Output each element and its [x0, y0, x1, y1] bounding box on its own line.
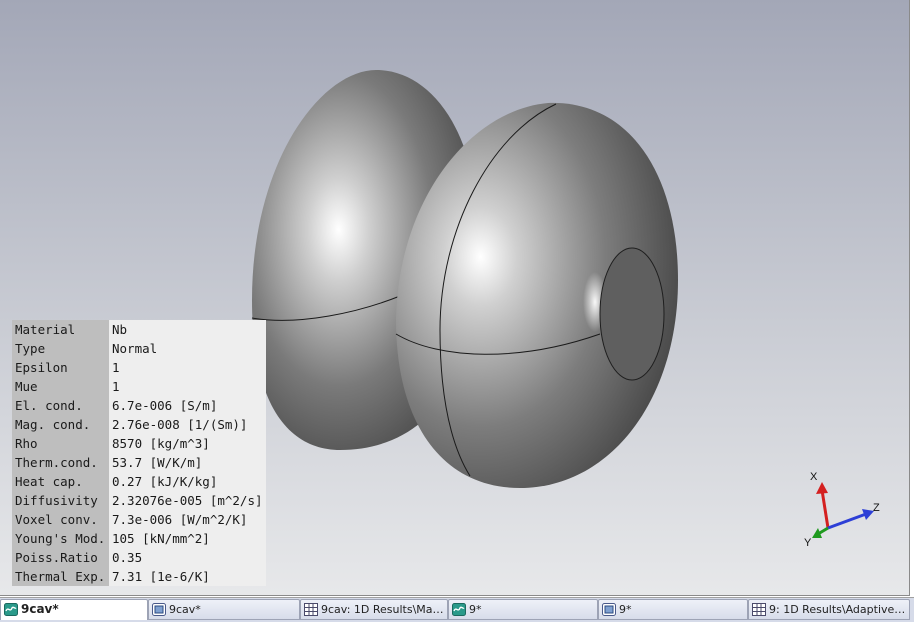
1d-view-icon — [602, 603, 616, 616]
property-name: Mag. cond. — [12, 415, 109, 434]
material-property-row: Voxel conv. 7.3e-006 [W/m^2/K] — [12, 510, 266, 529]
x-axis-arrowhead — [816, 482, 828, 494]
property-value: 6.7e-006 [S/m] — [109, 396, 266, 415]
material-properties-table: Material Nb Type Normal Epsilon 1 Mue 1 El. cond… — [12, 320, 266, 586]
material-property-row: Thermal Exp. 7.31 [1e-6/K] — [12, 567, 266, 586]
property-name: Heat cap. — [12, 472, 109, 491]
property-value: 1 — [109, 358, 266, 377]
1d-view-icon — [152, 603, 166, 616]
property-value: 2.76e-008 [1/(Sm)] — [109, 415, 266, 434]
property-name: Therm.cond. — [12, 453, 109, 472]
z-axis-label: Z — [873, 502, 880, 514]
material-property-row: Young's Mod. 105 [kN/mm^2] — [12, 529, 266, 548]
property-name: El. cond. — [12, 396, 109, 415]
3d-model-icon — [452, 603, 466, 616]
material-property-row: Rho 8570 [kg/m^3] — [12, 434, 266, 453]
tab-label: 9cav* — [21, 602, 59, 616]
tab-label: 9: 1D Results\Adaptive ... — [769, 603, 907, 616]
material-property-row: Epsilon 1 — [12, 358, 266, 377]
tab-label: 9* — [619, 603, 632, 616]
property-value: 8570 [kg/m^3] — [109, 434, 266, 453]
document-tab[interactable]: 9cav* — [0, 599, 148, 620]
material-property-row: Therm.cond. 53.7 [W/K/m] — [12, 453, 266, 472]
x-axis-arrow — [820, 489, 830, 529]
property-value: 7.31 [1e-6/K] — [109, 567, 266, 586]
property-name: Rho — [12, 434, 109, 453]
3d-viewport[interactable]: Material Nb Type Normal Epsilon 1 Mue 1 El. cond… — [0, 0, 910, 596]
property-name: Material — [12, 320, 109, 339]
material-property-row: Diffusivity 2.32076e-005 [m^2/s] — [12, 491, 266, 510]
material-property-row: Mag. cond. 2.76e-008 [1/(Sm)] — [12, 415, 266, 434]
property-value: 2.32076e-005 [m^2/s] — [109, 491, 266, 510]
property-name: Mue — [12, 377, 109, 396]
document-tab[interactable]: 9cav: 1D Results\Materi... — [300, 599, 448, 620]
document-tab[interactable]: 9cav* — [148, 599, 300, 620]
axes-orientation-widget: X Z Y — [804, 471, 880, 548]
property-value: 1 — [109, 377, 266, 396]
property-name: Poiss.Ratio — [12, 548, 109, 567]
beam-pipe-opening — [599, 247, 665, 381]
property-value: 0.27 [kJ/K/kg] — [109, 472, 266, 491]
tab-label: 9* — [469, 603, 482, 616]
material-property-row: El. cond. 6.7e-006 [S/m] — [12, 396, 266, 415]
property-value: Nb — [109, 320, 266, 339]
material-property-row: Poiss.Ratio 0.35 — [12, 548, 266, 567]
document-tab[interactable]: 9: 1D Results\Adaptive ... — [748, 599, 910, 620]
material-property-row: Type Normal — [12, 339, 266, 358]
property-name: Thermal Exp. — [12, 567, 109, 586]
document-tab-bar: 9cav* 9cav* 9cav: 1D Results\Materi... 9* 9*… — [0, 597, 914, 622]
property-name: Epsilon — [12, 358, 109, 377]
property-value: Normal — [109, 339, 266, 358]
material-property-row: Heat cap. 0.27 [kJ/K/kg] — [12, 472, 266, 491]
property-value: 53.7 [W/K/m] — [109, 453, 266, 472]
tab-label: 9cav* — [169, 603, 201, 616]
property-value: 7.3e-006 [W/m^2/K] — [109, 510, 266, 529]
property-name: Diffusivity — [12, 491, 109, 510]
property-name: Type — [12, 339, 109, 358]
x-axis-label: X — [810, 471, 818, 483]
table-icon — [752, 603, 766, 616]
3d-model-icon — [4, 603, 18, 616]
property-name: Young's Mod. — [12, 529, 109, 548]
material-property-row: Mue 1 — [12, 377, 266, 396]
tab-label: 9cav: 1D Results\Materi... — [321, 603, 445, 616]
property-value: 105 [kN/mm^2] — [109, 529, 266, 548]
table-icon — [304, 603, 318, 616]
property-name: Voxel conv. — [12, 510, 109, 529]
y-axis-label: Y — [804, 537, 812, 548]
document-tab[interactable]: 9* — [448, 599, 598, 620]
property-value: 0.35 — [109, 548, 266, 567]
material-property-row: Material Nb — [12, 320, 266, 339]
z-axis-arrow — [827, 512, 867, 530]
document-tab[interactable]: 9* — [598, 599, 748, 620]
